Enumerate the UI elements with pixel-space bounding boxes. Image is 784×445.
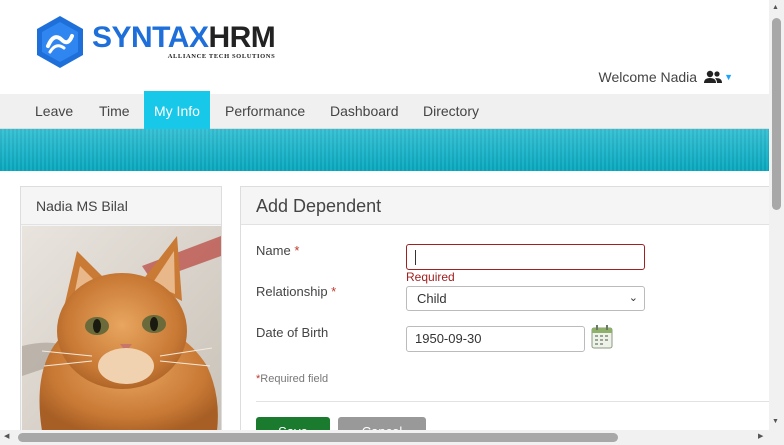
nav-item-performance[interactable]: Performance: [215, 94, 315, 129]
brand-primary: SYNTAX: [92, 21, 209, 54]
scroll-up-icon[interactable]: ▲: [772, 4, 779, 11]
divider: [256, 401, 776, 402]
syntax-logo-icon: [37, 16, 83, 68]
scroll-down-icon[interactable]: ▼: [772, 418, 779, 425]
nav-item-time[interactable]: Time: [89, 94, 140, 129]
cat-photo-image: [22, 226, 221, 431]
vertical-scrollbar[interactable]: ▲ ▼: [769, 0, 784, 430]
required-mark: *: [331, 284, 337, 299]
page: SYNTAXHRM ALLIANCE TECH SOLUTIONS Welcom…: [0, 0, 784, 445]
relationship-label: Relationship *: [256, 284, 336, 299]
calendar-icon[interactable]: [591, 325, 613, 349]
profile-name: Nadia MS Bilal: [21, 187, 221, 225]
nav-item-leave[interactable]: Leave: [25, 94, 83, 129]
chevron-down-icon: ⌄: [628, 292, 638, 304]
required-field-note: *Required field: [256, 373, 328, 385]
relationship-label-text: Relationship: [256, 284, 328, 299]
welcome-menu[interactable]: Welcome Nadia ▼: [599, 69, 733, 85]
scroll-right-icon[interactable]: ▶: [758, 432, 763, 440]
required-note-text: Required field: [260, 373, 329, 385]
users-icon: [704, 70, 723, 83]
scroll-left-icon[interactable]: ◀: [4, 432, 9, 440]
logo[interactable]: SYNTAXHRM ALLIANCE TECH SOLUTIONS: [34, 14, 276, 70]
name-input[interactable]: [406, 244, 645, 270]
nav-item-dashboard[interactable]: Dashboard: [320, 94, 409, 129]
name-label: Name *: [256, 243, 299, 258]
add-dependent-panel: Add Dependent Name * Required Relationsh…: [240, 186, 780, 445]
required-mark: *: [294, 243, 300, 258]
welcome-text: Welcome Nadia: [598, 69, 698, 85]
vertical-scroll-thumb[interactable]: [772, 18, 781, 210]
horizontal-scroll-thumb[interactable]: [18, 433, 618, 442]
profile-card: Nadia MS Bilal: [20, 186, 222, 431]
relationship-select[interactable]: Child ⌄: [406, 286, 645, 311]
profile-photo[interactable]: [22, 226, 221, 431]
dob-input[interactable]: 1950-09-30: [406, 326, 585, 352]
brand-tagline: ALLIANCE TECH SOLUTIONS: [167, 53, 276, 60]
header: SYNTAXHRM ALLIANCE TECH SOLUTIONS Welcom…: [0, 0, 769, 94]
name-label-text: Name: [256, 243, 291, 258]
chevron-down-icon: ▼: [724, 72, 733, 82]
sub-nav-band: [0, 129, 769, 171]
brand-name: SYNTAXHRM: [92, 21, 276, 54]
brand: SYNTAXHRM ALLIANCE TECH SOLUTIONS: [92, 21, 276, 61]
relationship-value: Child: [417, 291, 447, 306]
name-error-message: Required: [406, 270, 455, 284]
dob-label: Date of Birth: [256, 325, 329, 340]
panel-title: Add Dependent: [241, 187, 779, 225]
dob-value: 1950-09-30: [415, 331, 482, 346]
nav-item-my-info[interactable]: My Info: [144, 91, 210, 130]
brand-secondary: HRM: [208, 21, 276, 54]
text-cursor: [415, 250, 416, 265]
nav-item-directory[interactable]: Directory: [413, 94, 489, 129]
main-nav: Leave Time My Info Performance Dashboard…: [0, 91, 769, 130]
horizontal-scrollbar[interactable]: ◀ ▶: [0, 430, 784, 445]
